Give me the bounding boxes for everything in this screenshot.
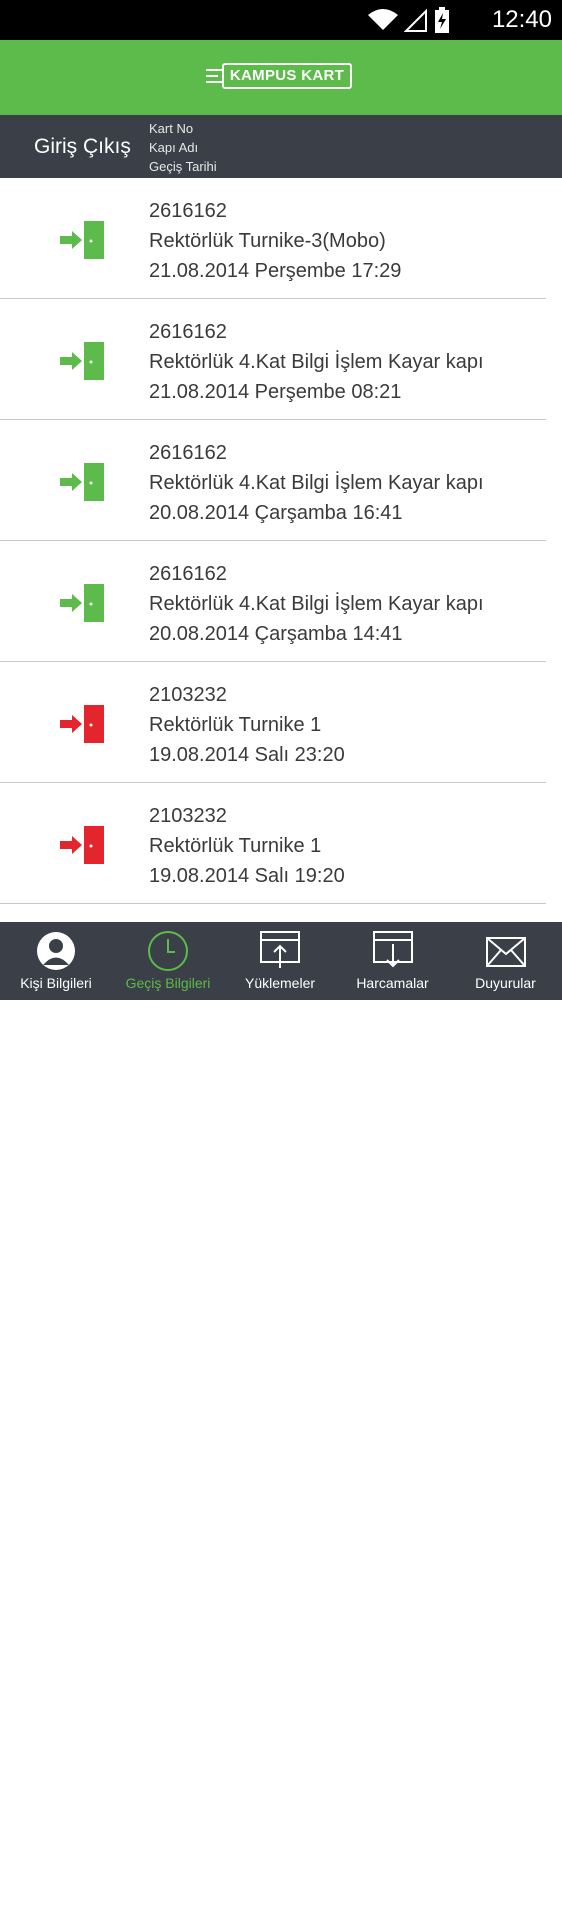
section-header: Giriş Çıkış Kart No Kapı Adı Geçiş Tarih…	[0, 115, 562, 178]
card-number: 2103232	[149, 684, 227, 706]
battery-icon	[435, 7, 449, 33]
watermark: fileh persocal.com	[4, 1888, 134, 1905]
clock-icon	[148, 931, 188, 971]
entry-texts: 2103232 Rektörlük Turnike 1 19.08.2014 S…	[149, 680, 345, 770]
person-icon	[37, 932, 75, 970]
card-number: 2616162	[149, 563, 227, 585]
status-time: 12:40	[491, 6, 552, 33]
pass-date: 19.08.2014 Salı 19:20	[149, 865, 345, 887]
list-item[interactable]: 2616162 Rektörlük Turnike-3(Mobo) 21.08.…	[0, 178, 546, 299]
entry-green-icon	[60, 342, 104, 380]
door-name: Rektörlük 4.Kat Bilgi İşlem Kayar kapı	[149, 351, 484, 373]
card-number: 2616162	[149, 321, 227, 343]
entry-texts: 2616162 Rektörlük 4.Kat Bilgi İşlem Kaya…	[149, 317, 484, 407]
status-icons	[368, 7, 450, 33]
download-icon	[372, 931, 413, 968]
pass-date: 21.08.2014 Perşembe 08:21	[149, 381, 402, 403]
nav-label: Duyurular	[475, 975, 536, 991]
entry-green-icon	[60, 463, 104, 501]
nav-item-person-info[interactable]: Kişi Bilgileri	[0, 922, 112, 1000]
list-item[interactable]: 2103232 Rektörlük Turnike 1 19.08.2014 S…	[0, 662, 546, 783]
exit-red-icon	[60, 826, 104, 864]
nav-label: Harcamalar	[356, 975, 429, 991]
legend-date: Geçiş Tarihi	[149, 159, 217, 174]
kampus-kart-logo: KAMPUS KART	[222, 63, 352, 89]
envelope-icon	[485, 937, 526, 967]
wifi-icon	[368, 9, 398, 30]
entry-texts: 2616162 Rektörlük 4.Kat Bilgi İşlem Kaya…	[149, 559, 484, 649]
card-number: 2616162	[149, 200, 227, 222]
signal-icon	[404, 8, 427, 32]
legend-door-name: Kapı Adı	[149, 140, 199, 155]
brand-bar: KAMPUS KART	[0, 40, 562, 115]
card-number: 2616162	[149, 442, 227, 464]
nav-label: Kişi Bilgileri	[20, 975, 92, 991]
access-log-list: 2616162 Rektörlük Turnike-3(Mobo) 21.08.…	[0, 178, 562, 904]
nav-item-uploads[interactable]: Yüklemeler	[224, 922, 336, 1000]
list-item[interactable]: 2616162 Rektörlük 4.Kat Bilgi İşlem Kaya…	[0, 541, 546, 662]
nav-item-announcements[interactable]: Duyurular	[449, 922, 562, 1000]
entry-green-icon	[60, 584, 104, 622]
status-bar: 12:40	[0, 0, 562, 40]
legend-card-no: Kart No	[149, 121, 194, 136]
card-number: 2103232	[149, 805, 227, 827]
entry-texts: 2616162 Rektörlük 4.Kat Bilgi İşlem Kaya…	[149, 438, 484, 528]
upload-icon	[260, 931, 300, 968]
exit-red-icon	[60, 705, 104, 743]
entry-green-icon	[60, 221, 104, 259]
nav-label: Yüklemeler	[244, 975, 316, 991]
nav-label: Geçiş Bilgileri	[125, 975, 211, 991]
bottom-nav: Kişi Bilgileri Geçiş Bilgileri Yüklemele…	[0, 922, 562, 1905]
pass-date: 20.08.2014 Çarşamba 16:41	[149, 502, 403, 524]
pass-date: 20.08.2014 Çarşamba 14:41	[149, 623, 403, 645]
column-legend: Kart No Kapı Adı Geçiş Tarihi	[149, 119, 217, 176]
page-title: Giriş Çıkış	[34, 135, 131, 158]
list-item[interactable]: 2103232 Rektörlük Turnike 1 19.08.2014 S…	[0, 783, 546, 904]
door-name: Rektörlük Turnike 1	[149, 714, 322, 736]
list-item[interactable]: 2616162 Rektörlük 4.Kat Bilgi İşlem Kaya…	[0, 299, 546, 420]
door-name: Rektörlük Turnike 1	[149, 835, 322, 857]
door-name: Rektörlük 4.Kat Bilgi İşlem Kayar kapı	[149, 593, 484, 615]
entry-texts: 2103232 Rektörlük Turnike 1 19.08.2014 S…	[149, 801, 345, 891]
nav-item-spendings[interactable]: Harcamalar	[336, 922, 449, 1000]
pass-date: 19.08.2014 Salı 23:20	[149, 744, 345, 766]
door-name: Rektörlük 4.Kat Bilgi İşlem Kayar kapı	[149, 472, 484, 494]
list-item[interactable]: 2616162 Rektörlük 4.Kat Bilgi İşlem Kaya…	[0, 420, 546, 541]
door-name: Rektörlük Turnike-3(Mobo)	[149, 230, 386, 252]
entry-texts: 2616162 Rektörlük Turnike-3(Mobo) 21.08.…	[149, 196, 401, 286]
nav-item-pass-info[interactable]: Geçiş Bilgileri	[112, 922, 224, 1000]
pass-date: 21.08.2014 Perşembe 17:29	[149, 260, 402, 282]
